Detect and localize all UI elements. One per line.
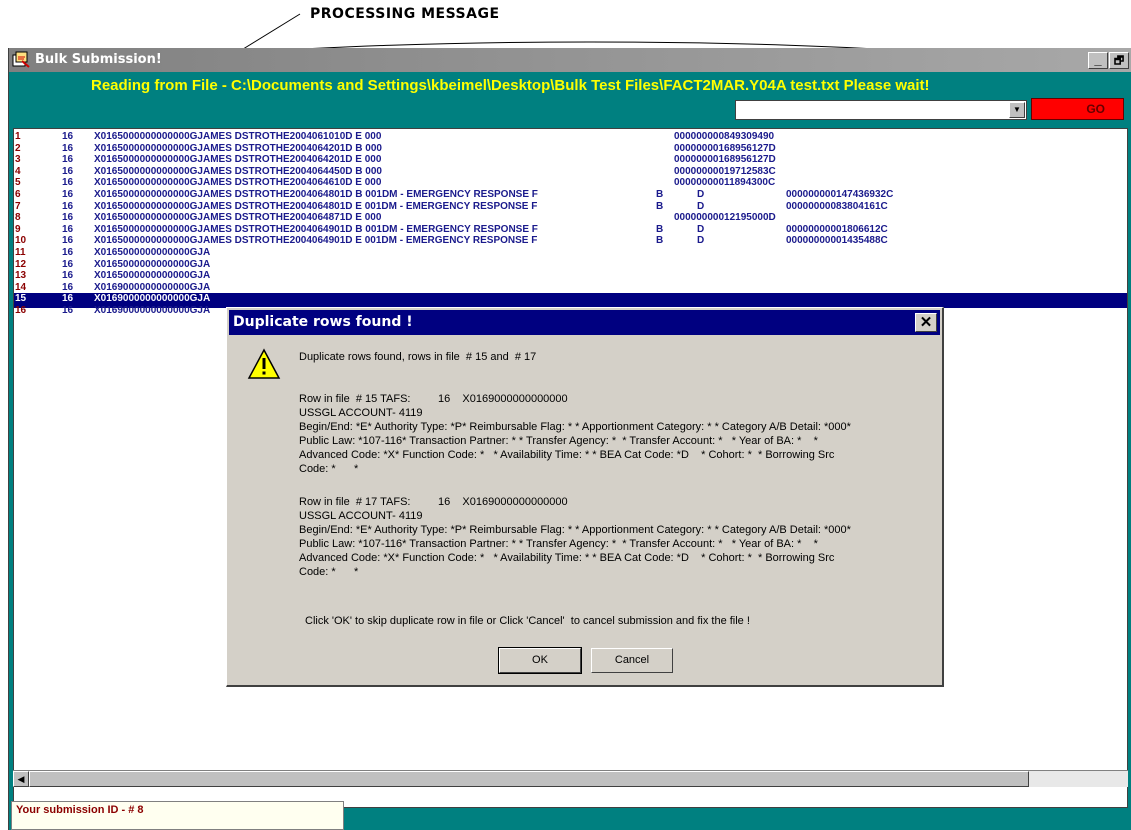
- row-amt: 00000000001435488C: [786, 235, 888, 247]
- processing-message: Reading from File - C:\Documents and Set…: [91, 77, 930, 94]
- row-txt: X0169000000000000GJA: [94, 281, 211, 293]
- row-txt: X0169000000000000GJA: [94, 305, 211, 316]
- row-amt: D: [697, 235, 705, 247]
- close-button[interactable]: ✕: [915, 313, 937, 332]
- warning-icon: [247, 348, 281, 379]
- row-grp: 16: [62, 223, 74, 235]
- row-grp: 16: [62, 281, 74, 293]
- row-amt: 000000000147436932C: [786, 189, 894, 200]
- row-txt: X0169000000000000GJA: [94, 293, 211, 305]
- row-idx: 6: [15, 189, 21, 200]
- scroll-thumb[interactable]: [29, 771, 1029, 787]
- row-txt: X0165000000000000GJAMES DSTROTHE20040649…: [94, 223, 538, 235]
- row-idx: 5: [15, 177, 21, 189]
- row-amt: B: [656, 223, 664, 235]
- row-grp: 16: [62, 200, 74, 212]
- submission-id-status: Your submission ID - # 8: [11, 801, 344, 830]
- row-amt: B: [656, 189, 664, 200]
- row-txt: X0165000000000000GJA: [94, 247, 211, 258]
- row-idx: 12: [15, 258, 27, 270]
- title-bar: Bulk Submission! _ 🗗: [9, 48, 1131, 72]
- row-amt: D: [697, 200, 705, 212]
- row-grp: 16: [62, 165, 74, 177]
- app-icon: [12, 51, 30, 68]
- row-idx: 15: [15, 293, 27, 305]
- row-idx: 11: [15, 247, 26, 258]
- row-idx: 8: [15, 212, 21, 224]
- window-title: Bulk Submission!: [35, 52, 162, 67]
- dialog-title-bar: Duplicate rows found ! ✕: [229, 310, 940, 335]
- row-txt: X0165000000000000GJAMES DSTROTHE20040642…: [94, 142, 382, 154]
- minimize-button[interactable]: _: [1088, 52, 1108, 69]
- restore-button[interactable]: 🗗: [1109, 52, 1129, 69]
- row-grp: 16: [62, 247, 74, 258]
- cancel-button[interactable]: Cancel: [591, 648, 673, 673]
- ok-button[interactable]: OK: [498, 647, 582, 674]
- scroll-left-icon[interactable]: ◀: [13, 771, 29, 787]
- row-txt: X0165000000000000GJA: [94, 270, 211, 282]
- row-txt: X0165000000000000GJAMES DSTROTHE20040649…: [94, 235, 538, 247]
- row-grp: 16: [62, 154, 74, 166]
- row-grp: 16: [62, 177, 74, 189]
- row-grp: 16: [62, 212, 74, 224]
- row-txt: X0165000000000000GJA: [94, 258, 211, 270]
- row-grp: 16: [62, 189, 74, 200]
- go-button[interactable]: GO: [1031, 98, 1124, 120]
- row-idx: 16: [15, 305, 27, 316]
- horizontal-scrollbar[interactable]: ◀: [13, 770, 1128, 787]
- row-grp: 16: [62, 142, 74, 154]
- row-idx: 13: [15, 270, 27, 282]
- row-idx: 4: [15, 165, 21, 177]
- row-grp: 16: [62, 235, 74, 247]
- row-grp: 16: [62, 258, 74, 270]
- dialog-title: Duplicate rows found !: [233, 314, 413, 330]
- row-idx: 2: [15, 142, 21, 154]
- row-idx: 10: [15, 235, 27, 247]
- duplicate-row-2-details: Row in file # 17 TAFS: 16 X0169000000000…: [299, 496, 851, 578]
- dialog-instruction: Click 'OK' to skip duplicate row in file…: [305, 615, 750, 627]
- row-txt: X0165000000000000GJAMES DSTROTHE20040646…: [94, 177, 382, 189]
- row-grp: 16: [62, 131, 74, 142]
- duplicate-row-1-details: Row in file # 15 TAFS: 16 X0169000000000…: [299, 393, 851, 475]
- row-amt: 00000000012195000D: [674, 212, 776, 224]
- row-amt: B: [656, 200, 664, 212]
- dialog-summary: Duplicate rows found, rows in file # 15 …: [299, 351, 537, 363]
- row-amt: 000000000849309490: [674, 131, 775, 142]
- row-grp: 16: [62, 305, 74, 316]
- annotation-label: PROCESSING MESSAGE: [310, 6, 500, 22]
- row-grp: 16: [62, 270, 74, 282]
- row-txt: X0165000000000000GJAMES DSTROTHE20040644…: [94, 165, 382, 177]
- row-amt: D: [697, 189, 705, 200]
- close-icon: ✕: [919, 314, 933, 331]
- row-idx: 14: [15, 281, 27, 293]
- row-amt: 00000000168956127D: [674, 142, 776, 154]
- row-amt: 00000000168956127D: [674, 154, 776, 166]
- row-idx: 1: [15, 131, 21, 142]
- row-amt: 00000000011894300C: [674, 177, 776, 189]
- row-amt: 00000000019712583C: [674, 165, 776, 177]
- row-amt: 00000000001806612C: [786, 223, 888, 235]
- row-txt: X0165000000000000GJAMES DSTROTHE20040648…: [94, 212, 382, 224]
- row-idx: 3: [15, 154, 21, 166]
- row-idx: 9: [15, 223, 21, 235]
- row-txt: X0165000000000000GJAMES DSTROTHE20040648…: [94, 189, 538, 200]
- row-idx: 7: [15, 200, 21, 212]
- restore-icon: 🗗: [1113, 55, 1125, 67]
- row-amt: 00000000083804161C: [786, 200, 888, 212]
- chevron-down-icon[interactable]: ▼: [1009, 102, 1025, 118]
- minimize-icon: _: [1094, 52, 1102, 67]
- row-txt: X0165000000000000GJAMES DSTROTHE20040648…: [94, 200, 538, 212]
- duplicate-rows-dialog: Duplicate rows found ! ✕ Duplicate rows …: [226, 307, 944, 687]
- row-txt: X0165000000000000GJAMES DSTROTHE20040642…: [94, 154, 382, 166]
- row-amt: B: [656, 235, 664, 247]
- row-txt: X0165000000000000GJAMES DSTROTHE20040610…: [94, 131, 382, 142]
- row-grp: 16: [62, 293, 74, 305]
- row-amt: D: [697, 223, 705, 235]
- file-select-combo[interactable]: ▼: [735, 100, 1027, 120]
